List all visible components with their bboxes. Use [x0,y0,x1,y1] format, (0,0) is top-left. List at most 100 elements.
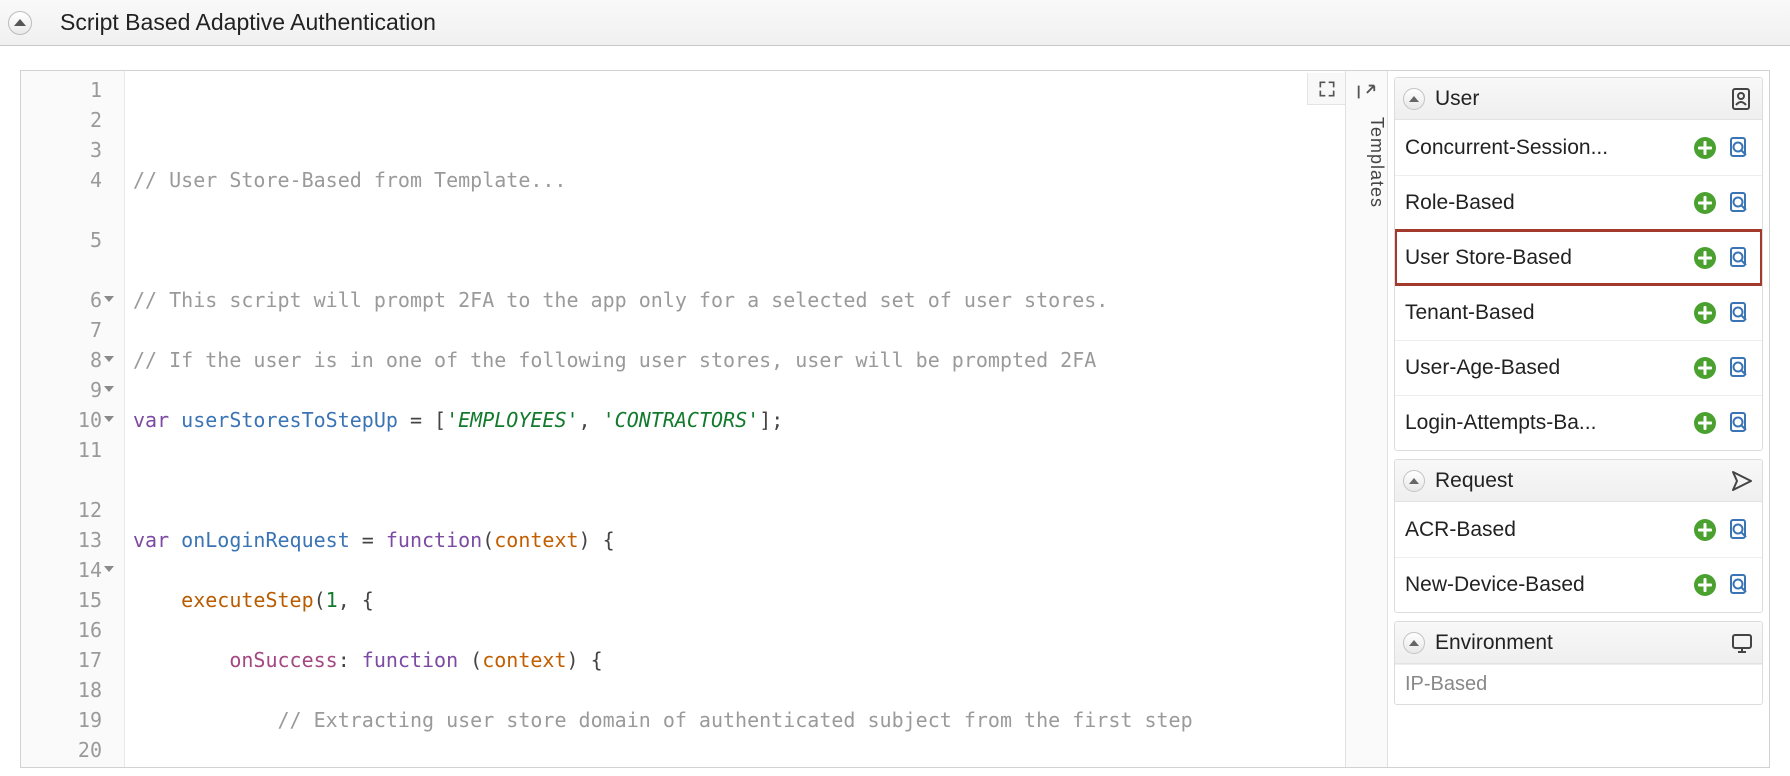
view-template-button[interactable] [1726,190,1752,216]
add-template-button[interactable] [1692,300,1718,326]
templates-panel[interactable]: User Concurrent-Session... Role-Based [1387,71,1769,767]
view-template-button[interactable] [1726,300,1752,326]
punct: ( [482,528,494,552]
collapse-panel-icon [1355,81,1377,103]
add-template-button[interactable] [1692,135,1718,161]
punct: ) { [567,648,603,672]
monitor-icon [1730,631,1754,655]
title-bar: Script Based Adaptive Authentication [0,0,1790,46]
template-item-user-store-based[interactable]: User Store-Based [1395,230,1762,285]
add-template-button[interactable] [1692,410,1718,436]
line-number: 1 [21,75,116,105]
kw: function [362,648,458,672]
punct: : [338,648,362,672]
editor-container: 1 2 3 4 5 6 7 8 9 10 11 12 13 14 15 16 1… [20,70,1770,768]
kw: function [386,528,482,552]
string: 'EMPLOYEES' [446,408,578,432]
template-label: Concurrent-Session... [1405,136,1692,160]
template-group-header[interactable]: User [1395,78,1762,120]
fullscreen-button[interactable] [1307,73,1345,105]
line-number: 4 [21,165,116,225]
line-number: 16 [21,615,116,645]
punct: ) { [579,528,615,552]
chevron-up-icon [14,19,26,26]
template-label: New-Device-Based [1405,573,1692,597]
templates-tab-label: Templates [1367,117,1387,208]
send-icon [1730,469,1754,493]
line-number[interactable]: 6 [21,285,116,315]
line-gutter: 1 2 3 4 5 6 7 8 9 10 11 12 13 14 15 16 1… [21,71,125,767]
line-number: 17 [21,645,116,675]
code-editor[interactable]: 1 2 3 4 5 6 7 8 9 10 11 12 13 14 15 16 1… [21,71,1345,767]
view-template-button[interactable] [1726,572,1752,598]
template-label: User Store-Based [1405,246,1692,270]
line-number[interactable]: 8 [21,345,116,375]
template-item[interactable]: Concurrent-Session... [1395,120,1762,175]
view-template-button[interactable] [1726,410,1752,436]
template-label: IP-Based [1405,673,1487,696]
line-number: 18 [21,675,116,705]
code-tools [1307,73,1345,105]
template-item[interactable]: ACR-Based [1395,502,1762,557]
call: executeStep [181,588,313,612]
view-template-button[interactable] [1726,245,1752,271]
template-item[interactable]: Login-Attempts-Ba... [1395,395,1762,450]
punct: , [579,408,603,432]
line-number: 3 [21,135,116,165]
add-template-button[interactable] [1692,245,1718,271]
line-number[interactable]: 14 [21,555,116,585]
punct: ]; [759,408,783,432]
line-number[interactable]: 10 [21,405,116,435]
group-label: Request [1435,469,1513,493]
code-content[interactable]: // User Store-Based from Template... // … [125,71,1345,767]
string: 'CONTRACTORS' [603,408,760,432]
param: context [482,648,566,672]
template-label: User-Age-Based [1405,356,1692,380]
template-item[interactable]: Tenant-Based [1395,285,1762,340]
user-doc-icon [1730,87,1754,111]
line-number: 20 [21,735,116,765]
template-group-header[interactable]: Environment [1395,622,1762,664]
num: 1 [326,588,338,612]
add-template-button[interactable] [1692,517,1718,543]
template-item[interactable]: Role-Based [1395,175,1762,230]
view-template-button[interactable] [1726,517,1752,543]
punct: ( [458,648,482,672]
group-label: Environment [1435,631,1553,655]
prop: onSuccess [229,648,337,672]
line-number: 19 [21,705,116,735]
line-number: 13 [21,525,116,555]
template-item[interactable]: User-Age-Based [1395,340,1762,395]
templates-tab[interactable]: Templates [1345,71,1387,767]
chevron-up-icon [1403,632,1425,654]
comment: // If the user is in one of the followin… [133,348,1096,372]
line-number: 12 [21,495,116,525]
template-group-environment: Environment IP-Based [1394,621,1763,705]
template-item[interactable]: New-Device-Based [1395,557,1762,612]
view-template-button[interactable] [1726,135,1752,161]
template-group-header[interactable]: Request [1395,460,1762,502]
line-number: 5 [21,225,116,285]
add-template-button[interactable] [1692,190,1718,216]
punct: ( [314,588,326,612]
comment: // Extracting user store domain of authe… [278,708,1193,732]
add-template-button[interactable] [1692,572,1718,598]
comment: // This script will prompt 2FA to the ap… [133,288,1108,312]
template-group-request: Request ACR-Based New-Device-Based [1394,459,1763,613]
add-template-button[interactable] [1692,355,1718,381]
chevron-up-icon [1403,470,1425,492]
line-number[interactable]: 9 [21,375,116,405]
punct: = [350,528,386,552]
line-number: 2 [21,105,116,135]
comment: // User Store-Based from Template... [133,168,566,192]
collapse-section-button[interactable] [8,11,32,35]
group-label: User [1435,87,1479,111]
template-item-partial[interactable]: IP-Based [1395,664,1762,704]
view-template-button[interactable] [1726,355,1752,381]
template-group-user: User Concurrent-Session... Role-Based [1394,77,1763,451]
template-label: ACR-Based [1405,518,1692,542]
section-title: Script Based Adaptive Authentication [60,9,436,36]
template-label: Login-Attempts-Ba... [1405,411,1692,435]
punct: , { [338,588,374,612]
kw: var [133,408,169,432]
